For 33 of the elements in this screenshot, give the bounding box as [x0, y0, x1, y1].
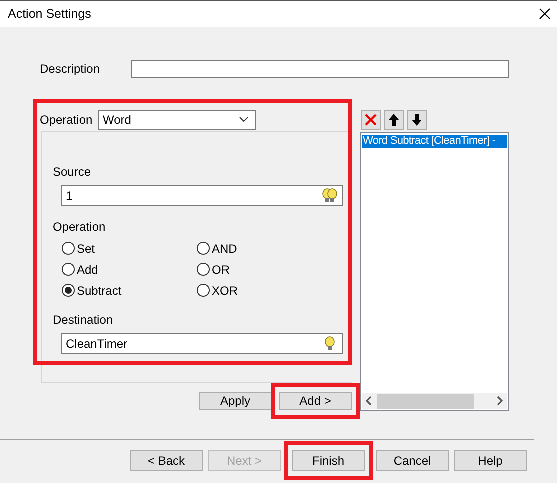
operation-label: Operation — [53, 220, 107, 236]
destination-field[interactable]: CleanTimer — [61, 333, 343, 354]
radio-option[interactable]: XOR — [197, 280, 297, 301]
radio-option[interactable]: AND — [197, 238, 297, 259]
panel-button[interactable]: Add > — [279, 392, 352, 410]
radio-option[interactable]: Add — [62, 259, 197, 280]
footer-button[interactable]: Help — [454, 450, 527, 471]
description-field[interactable] — [131, 60, 509, 78]
source-field[interactable]: 1 — [61, 185, 343, 206]
close-icon[interactable] — [539, 8, 551, 20]
radio-option[interactable]: OR — [197, 259, 297, 280]
lightbulbs-icon[interactable] — [322, 188, 338, 204]
move-up-button[interactable] — [384, 110, 404, 130]
source-label: Source — [53, 165, 92, 181]
description-label: Description — [40, 62, 102, 76]
radio-option[interactable]: Set — [62, 238, 197, 259]
list-item[interactable]: Word Subtract [CleanTimer] - — [362, 135, 507, 148]
operation-type-dropdown[interactable]: Word — [98, 110, 256, 130]
move-down-button[interactable] — [407, 110, 427, 130]
radio-option[interactable]: Subtract — [62, 280, 197, 301]
chevron-icon — [239, 117, 249, 123]
delete-icon — [364, 113, 378, 127]
window-title: Action Settings — [8, 7, 92, 21]
operation-type-label: Operation — [40, 113, 94, 127]
horizontal-scrollbar[interactable] — [362, 393, 507, 409]
lightbulb-icon[interactable] — [322, 336, 338, 352]
destination-label: Destination — [53, 313, 114, 329]
footer-button[interactable]: < Back — [130, 450, 203, 471]
up-arrow-icon — [387, 113, 401, 127]
panel-button[interactable]: Apply — [199, 392, 272, 410]
footer-button[interactable]: Cancel — [376, 450, 449, 471]
footer-button[interactable]: Finish — [292, 450, 365, 471]
down-arrow-icon — [410, 113, 424, 127]
